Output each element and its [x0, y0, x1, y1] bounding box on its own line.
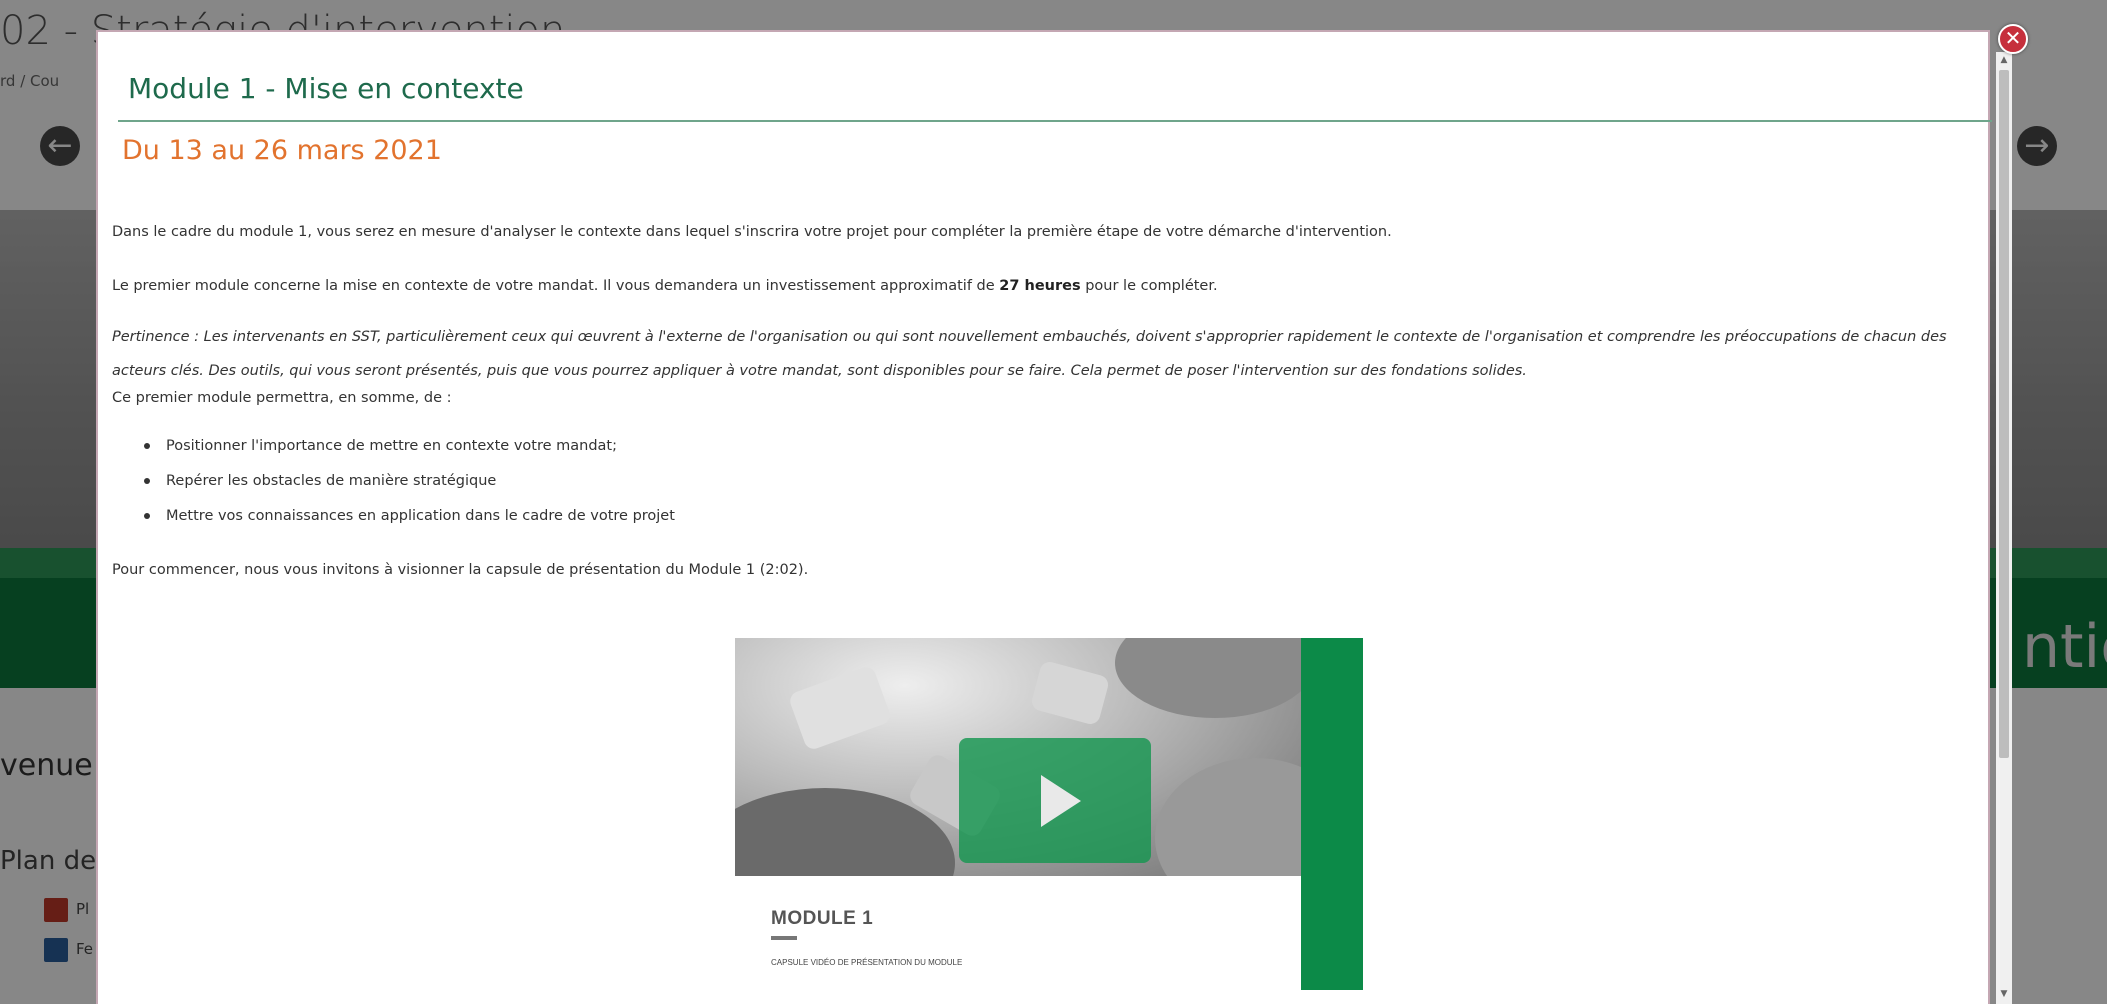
- puzzle-photo: [735, 638, 1301, 876]
- photo-hand: [1115, 638, 1301, 718]
- video-title: MODULE 1: [771, 908, 874, 929]
- list-item: Positionner l'importance de mettre en co…: [142, 436, 675, 471]
- relevance-paragraph: Pertinence : Les intervenants en SST, pa…: [112, 329, 1947, 379]
- hours-paragraph: Le premier module concerne la mise en co…: [112, 276, 1218, 296]
- play-icon: [1041, 775, 1081, 827]
- close-icon[interactable]: ✕: [1998, 24, 2028, 54]
- objectives-intro: Ce premier module permettra, en somme, d…: [112, 390, 452, 406]
- objectives-list: Positionner l'importance de mettre en co…: [142, 436, 675, 541]
- hours-value: 27 heures: [999, 278, 1081, 294]
- hours-text-before: Le premier module concerne la mise en co…: [112, 278, 1000, 294]
- photo-hand: [1155, 758, 1301, 876]
- list-item: Repérer les obstacles de manière stratég…: [142, 471, 675, 506]
- play-button[interactable]: [959, 738, 1151, 863]
- photo-puzzle-piece: [787, 664, 893, 752]
- scroll-up-arrow-icon[interactable]: ▲: [1996, 52, 2012, 68]
- video-intro: Pour commencer, nous vous invitons à vis…: [112, 562, 809, 578]
- hours-text-after: pour le compléter.: [1080, 278, 1218, 294]
- photo-puzzle-piece: [1029, 659, 1111, 727]
- list-item: Mettre vos connaissances en application …: [142, 506, 675, 541]
- video-title-underline: [771, 936, 797, 940]
- scroll-thumb[interactable]: [1999, 70, 2009, 758]
- video-thumbnail[interactable]: MODULE 1 CAPSULE VIDÉO DE PRÉSENTATION D…: [735, 638, 1363, 1004]
- header-divider: [118, 120, 1992, 122]
- modal-title: Module 1 - Mise en contexte: [128, 72, 524, 105]
- scroll-down-arrow-icon[interactable]: ▼: [1996, 986, 2012, 1002]
- module-modal: Module 1 - Mise en contexte Du 13 au 26 …: [96, 30, 1992, 1004]
- modal-scrollbar[interactable]: ▲ ▼: [1996, 52, 2012, 1004]
- video-green-bar: [1301, 638, 1363, 990]
- video-subtitle: CAPSULE VIDÉO DE PRÉSENTATION DU MODULE: [771, 958, 963, 967]
- intro-paragraph: Dans le cadre du module 1, vous serez en…: [112, 224, 1392, 240]
- module-date: Du 13 au 26 mars 2021: [122, 135, 442, 166]
